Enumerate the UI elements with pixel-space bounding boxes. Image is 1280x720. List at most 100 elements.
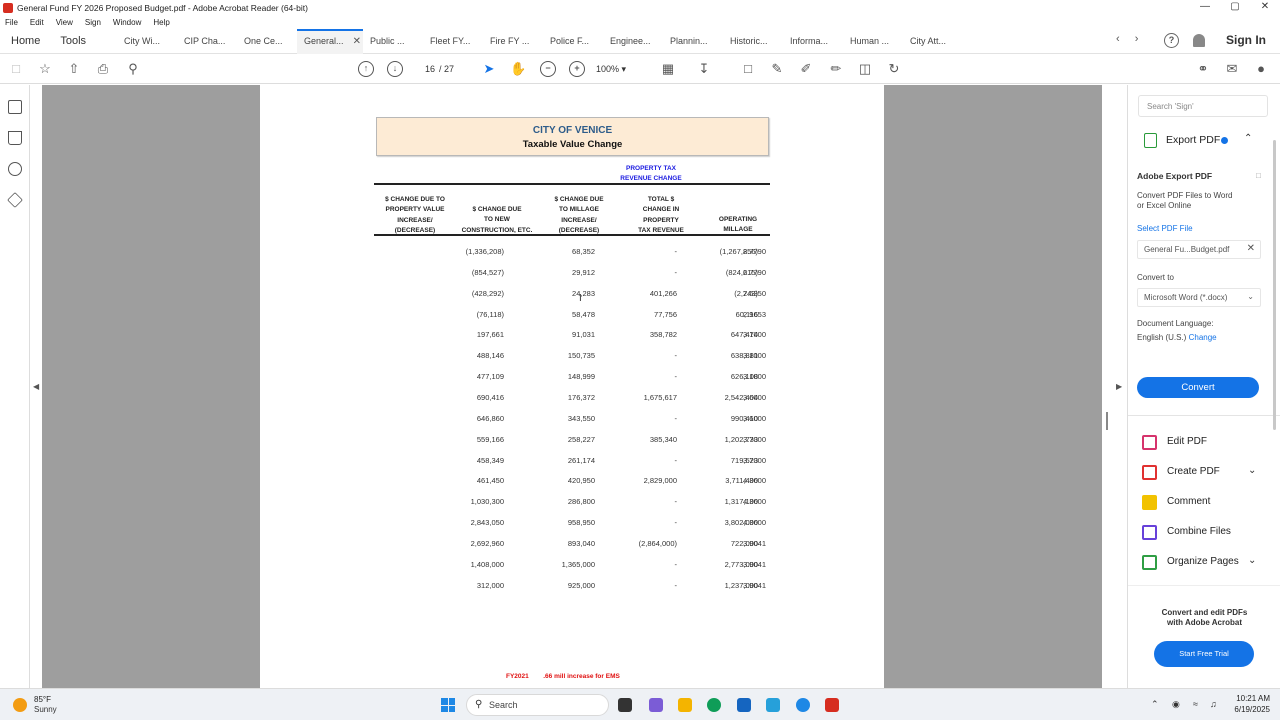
doc-tab[interactable]: CIP Cha... bbox=[177, 29, 237, 54]
export-pdf-header[interactable]: Export PDF ⌃ bbox=[1128, 129, 1268, 153]
doc-tab[interactable]: City Att... bbox=[903, 29, 963, 54]
start-free-trial-button[interactable]: Start Free Trial bbox=[1154, 641, 1254, 667]
close-window-button[interactable]: ✕ bbox=[1250, 0, 1280, 16]
doc-tab[interactable]: Informa... bbox=[783, 29, 843, 54]
delete-icon[interactable]: ◫ bbox=[857, 61, 873, 77]
doc-tab[interactable]: Fleet FY... bbox=[423, 29, 483, 54]
select-pdf-file-link[interactable]: Select PDF File bbox=[1137, 224, 1193, 233]
doc-tab-active[interactable]: General... ✕ bbox=[297, 28, 364, 54]
page-number-input[interactable]: 16 bbox=[413, 61, 435, 77]
tool-create-pdf[interactable]: Create PDF ⌄ bbox=[1142, 463, 1267, 483]
network-icon[interactable]: ◉ bbox=[1172, 699, 1180, 710]
menu-file[interactable]: File bbox=[5, 18, 18, 27]
collapse-left-panel-icon[interactable]: ◀ bbox=[33, 382, 39, 391]
chevron-up-icon[interactable]: ⌃ bbox=[1244, 133, 1252, 144]
zoom-in-icon[interactable]: + bbox=[569, 61, 585, 77]
taskbar-search[interactable]: ⚲ Search bbox=[466, 694, 609, 716]
sun-weather-icon[interactable] bbox=[13, 698, 27, 712]
acrobat-taskbar-icon[interactable] bbox=[825, 698, 839, 712]
fit-page-icon[interactable]: ▦ bbox=[660, 61, 676, 77]
save-icon[interactable]: □ bbox=[8, 61, 24, 77]
tool-organize-pages[interactable]: Organize Pages ⌄ bbox=[1142, 553, 1267, 573]
menu-help[interactable]: Help bbox=[153, 18, 169, 27]
app-icon[interactable] bbox=[766, 698, 780, 712]
layers-icon[interactable] bbox=[7, 192, 23, 208]
tool-combine-files[interactable]: Combine Files bbox=[1142, 523, 1267, 543]
doc-tab[interactable]: One Ce... bbox=[237, 29, 297, 54]
bookmarks-icon[interactable] bbox=[8, 131, 22, 145]
wifi-icon[interactable]: ≈ bbox=[1193, 699, 1198, 709]
tools-search-input[interactable]: Search 'Sign' bbox=[1138, 95, 1268, 117]
email-icon[interactable]: ✉ bbox=[1224, 61, 1240, 77]
hand-tool-icon[interactable]: ✋ bbox=[510, 61, 526, 77]
table-cell: 559,166 bbox=[476, 434, 504, 444]
select-cursor-icon[interactable]: ➤ bbox=[481, 61, 497, 77]
maximize-button[interactable]: ▢ bbox=[1220, 0, 1250, 16]
doc-tab[interactable]: Fire FY ... bbox=[483, 29, 543, 54]
weather-condition[interactable]: Sunny bbox=[34, 705, 57, 714]
clock-date[interactable]: 6/19/2025 bbox=[1216, 705, 1270, 714]
menu-window[interactable]: Window bbox=[113, 18, 141, 27]
minimize-button[interactable]: — bbox=[1190, 0, 1220, 16]
menu-edit[interactable]: Edit bbox=[30, 18, 44, 27]
notifications-bell-icon[interactable] bbox=[1193, 34, 1205, 47]
convert-button[interactable]: Convert bbox=[1137, 377, 1259, 398]
sign-in-button[interactable]: Sign In bbox=[1226, 33, 1266, 47]
search-zoom-icon[interactable]: ⚲ bbox=[125, 61, 141, 77]
highlight-pen-icon[interactable]: ✎ bbox=[769, 61, 785, 77]
doc-tab[interactable]: Plannin... bbox=[663, 29, 723, 54]
zoom-out-icon[interactable]: − bbox=[540, 61, 556, 77]
help-app-icon[interactable] bbox=[796, 698, 810, 712]
document-scrollbar[interactable] bbox=[1106, 412, 1108, 430]
previous-page-icon[interactable]: ↑ bbox=[358, 61, 374, 77]
draw-icon[interactable]: ✐ bbox=[798, 61, 814, 77]
fill-sign-icon[interactable]: ✏ bbox=[828, 61, 844, 77]
doc-tab[interactable]: Public ... bbox=[363, 29, 423, 54]
windows-start-icon[interactable] bbox=[441, 698, 455, 712]
tab-tools[interactable]: Tools bbox=[50, 35, 96, 47]
clear-file-icon[interactable]: ✕ bbox=[1247, 243, 1255, 254]
bookmark-star-icon[interactable]: ☆ bbox=[37, 61, 53, 77]
scroll-mode-icon[interactable]: ↧ bbox=[696, 61, 712, 77]
tab-home[interactable]: Home bbox=[1, 35, 50, 47]
file-explorer-icon[interactable] bbox=[678, 698, 692, 712]
tool-comment[interactable]: Comment bbox=[1142, 493, 1267, 513]
zoom-level-select[interactable]: 100% ▾ bbox=[596, 61, 644, 77]
clock-time[interactable]: 10:21 AM bbox=[1226, 694, 1270, 703]
weather-temperature[interactable]: 85°F bbox=[34, 695, 51, 704]
show-hidden-icons-icon[interactable]: ⌃ bbox=[1151, 699, 1159, 710]
next-page-icon[interactable]: ↓ bbox=[387, 61, 403, 77]
tab-scroll-arrows-icon[interactable]: ‹ › bbox=[1116, 33, 1144, 45]
task-view-icon[interactable] bbox=[618, 698, 632, 712]
page-thumbnails-icon[interactable] bbox=[8, 100, 22, 114]
doc-tab[interactable]: Enginee... bbox=[603, 29, 663, 54]
selected-file-field[interactable]: General Fu...Budget.pdf ✕ bbox=[1137, 240, 1261, 259]
close-tab-icon[interactable]: ✕ bbox=[353, 31, 361, 52]
attachments-icon[interactable] bbox=[8, 162, 22, 176]
chevron-down-icon[interactable]: ⌄ bbox=[1248, 465, 1256, 476]
edge-browser-icon[interactable] bbox=[707, 698, 721, 712]
help-icon[interactable]: ? bbox=[1164, 33, 1179, 48]
copilot-icon[interactable] bbox=[649, 698, 663, 712]
collapse-right-panel-icon[interactable]: ▶ bbox=[1116, 382, 1122, 391]
change-language-link[interactable]: Change bbox=[1189, 333, 1217, 342]
chevron-down-icon[interactable]: ⌄ bbox=[1248, 555, 1256, 566]
copy-icon[interactable]: □ bbox=[1256, 171, 1261, 180]
store-icon[interactable] bbox=[737, 698, 751, 712]
doc-tab[interactable]: City Wi... bbox=[117, 29, 177, 54]
doc-tab[interactable]: Police F... bbox=[543, 29, 603, 54]
account-icon[interactable]: ● bbox=[1253, 61, 1269, 77]
print-icon[interactable]: ⎙ bbox=[95, 61, 111, 77]
menu-sign[interactable]: Sign bbox=[85, 18, 101, 27]
menu-view[interactable]: View bbox=[56, 18, 73, 27]
doc-tab[interactable]: Human ... bbox=[843, 29, 903, 54]
tools-pane-scrollbar[interactable] bbox=[1273, 140, 1276, 430]
chevron-down-icon: ⌄ bbox=[1247, 292, 1254, 301]
upload-cloud-icon[interactable]: ⇧ bbox=[66, 61, 82, 77]
tool-edit-pdf[interactable]: Edit PDF bbox=[1142, 433, 1267, 453]
comment-icon[interactable]: □ bbox=[740, 61, 756, 77]
convert-to-select[interactable]: Microsoft Word (*.docx) ⌄ bbox=[1137, 288, 1261, 307]
doc-tab[interactable]: Historic... bbox=[723, 29, 783, 54]
share-link-icon[interactable]: ⚭ bbox=[1195, 61, 1211, 77]
rotate-icon[interactable]: ↻ bbox=[886, 61, 902, 77]
